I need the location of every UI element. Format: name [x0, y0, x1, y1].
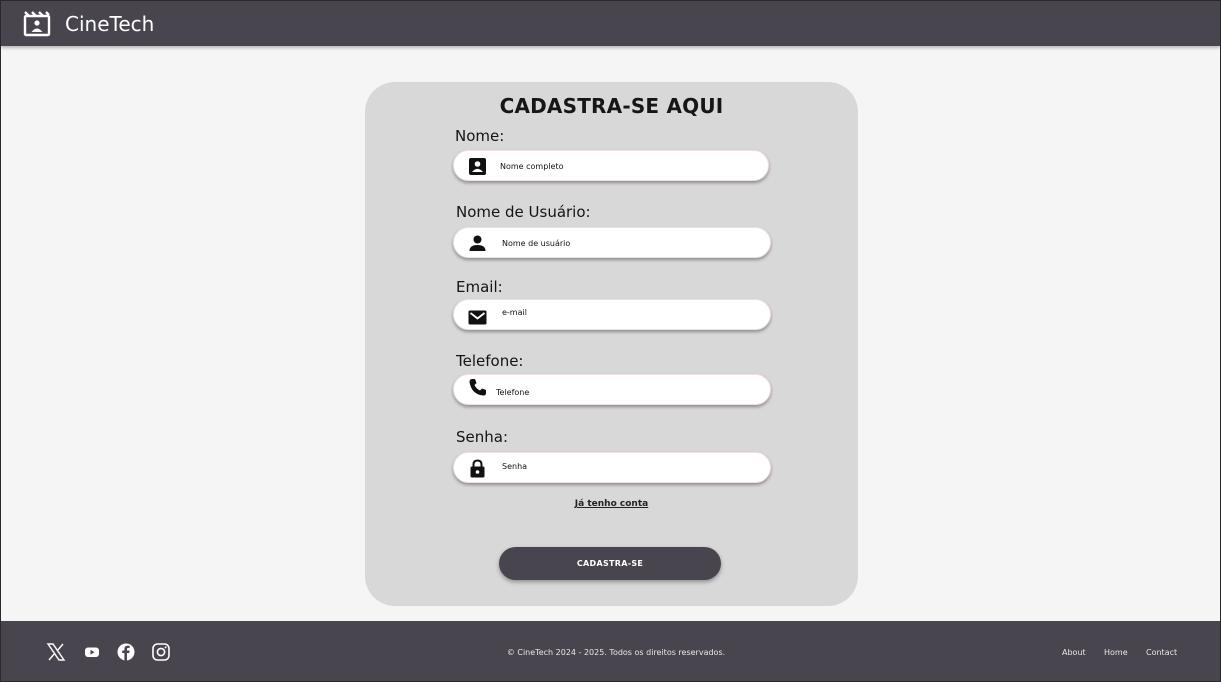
name-label: Nome:	[455, 127, 505, 145]
form-title: CADASTRA-SE AQUI	[499, 94, 724, 118]
user-icon	[469, 235, 486, 251]
login-link[interactable]: Já tenho conta	[365, 499, 858, 509]
footer-link-about[interactable]: About	[1062, 648, 1086, 657]
phone-label: Telefone:	[456, 352, 524, 370]
password-input[interactable]	[500, 456, 764, 476]
brand-name[interactable]: CineTech	[65, 12, 154, 36]
phone-icon	[469, 379, 486, 396]
password-field[interactable]	[453, 452, 771, 483]
lock-icon	[470, 459, 485, 478]
phone-input[interactable]	[494, 382, 758, 402]
footer-link-home[interactable]: Home	[1104, 648, 1128, 657]
clapperboard-icon[interactable]	[23, 10, 51, 37]
phone-field[interactable]	[453, 374, 771, 405]
signup-button[interactable]: CADASTRA-SE	[499, 547, 721, 580]
top-navbar: CineTech	[1, 1, 1220, 46]
email-label: Email:	[456, 278, 503, 296]
email-field[interactable]	[453, 299, 771, 330]
footer: © CineTech 2024 - 2025. Todos os direito…	[1, 621, 1220, 681]
footer-link-contact[interactable]: Contact	[1146, 648, 1177, 657]
name-input[interactable]	[498, 156, 762, 176]
mail-icon	[468, 310, 487, 325]
signup-card: CADASTRA-SE AQUI Nome: Nome de Usuário: …	[365, 82, 858, 606]
copyright-text: © CineTech 2024 - 2025. Todos os direito…	[506, 648, 726, 657]
username-input[interactable]	[500, 233, 764, 253]
email-input[interactable]	[500, 302, 764, 322]
contact-card-icon	[469, 158, 486, 175]
name-field[interactable]	[453, 150, 769, 181]
username-label: Nome de Usuário:	[456, 203, 591, 221]
username-field[interactable]	[453, 227, 771, 258]
password-label: Senha:	[456, 428, 509, 446]
